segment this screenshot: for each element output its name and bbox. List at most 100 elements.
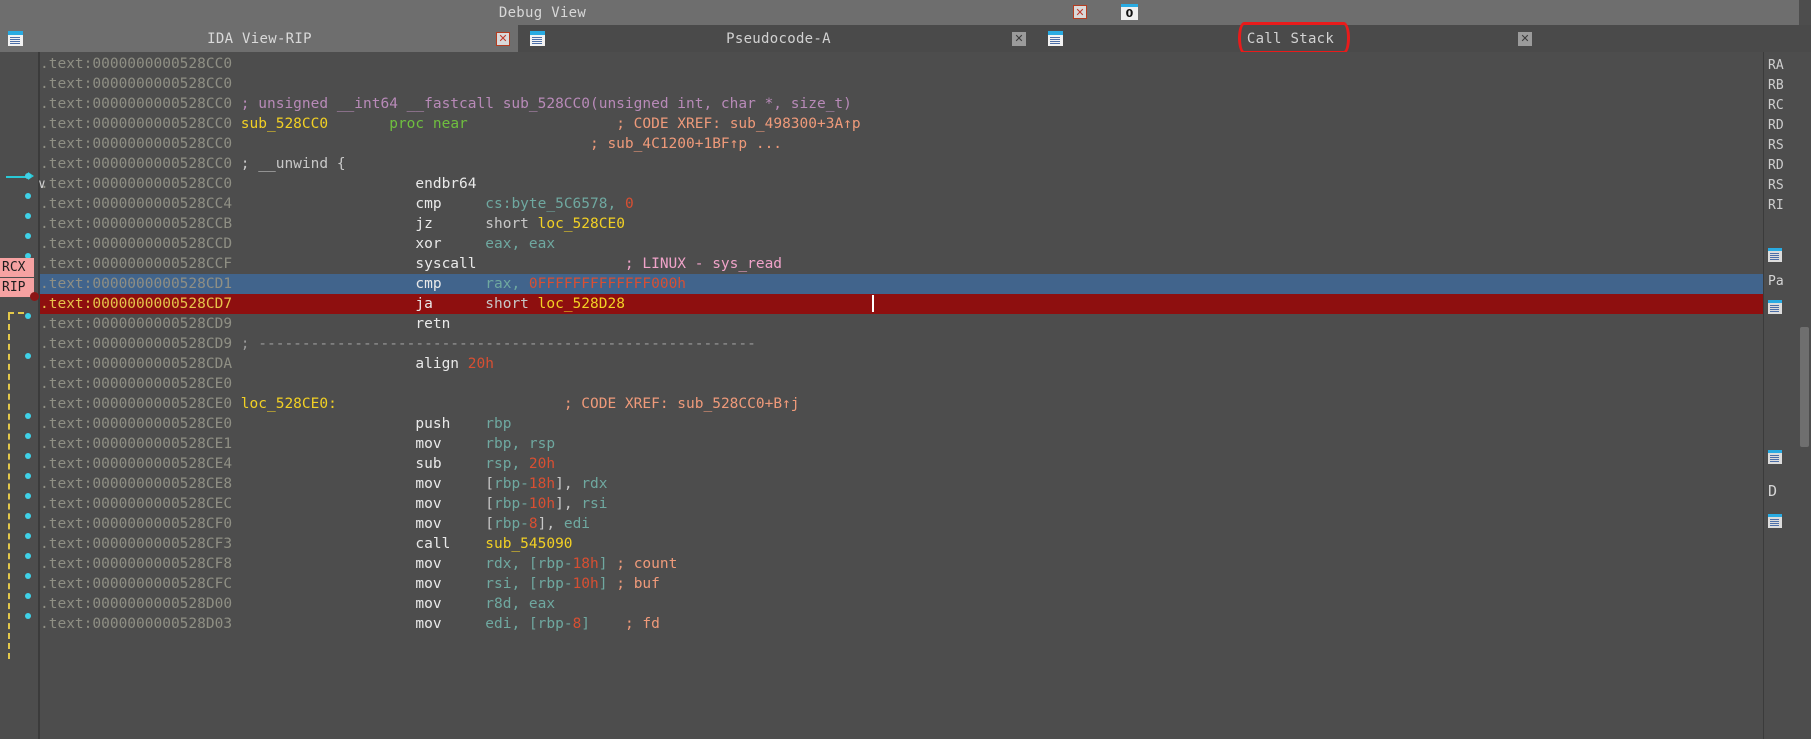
function-name[interactable]: sub_528CC0 xyxy=(241,116,328,132)
line-address: .text:0000000000528CCD xyxy=(40,236,233,252)
code-line-insn[interactable]: .text:0000000000528CE4 sub rsp, 20h xyxy=(40,454,1763,474)
operand-mem-close: ] xyxy=(598,576,608,592)
current-ip-dot xyxy=(30,292,39,301)
code-line-separator[interactable]: .text:0000000000528CD9 ; ---------------… xyxy=(40,334,1763,354)
mnemonic: endbr64 xyxy=(415,176,477,192)
line-address: .text:0000000000528CEC xyxy=(40,496,233,512)
operand-short: short xyxy=(485,216,538,232)
code-line[interactable]: .text:0000000000528CC0 xyxy=(40,54,1763,74)
collapse-chevron-icon[interactable]: ∨ xyxy=(38,178,46,191)
code-line-signature[interactable]: .text:0000000000528CC0 ; unsigned __int6… xyxy=(40,94,1763,114)
mnemonic: align xyxy=(415,356,460,372)
tab-ida-view-rip[interactable]: IDA View-RIP ✕ xyxy=(0,25,518,52)
document-icon xyxy=(8,31,23,46)
operand-register: rdx, [rbp- xyxy=(485,556,573,572)
code-line-xref[interactable]: .text:0000000000528CC0 ; sub_4C1200+1BF↑… xyxy=(40,134,1763,154)
register-marker-rip[interactable]: RIP xyxy=(0,278,34,297)
panel-icon[interactable] xyxy=(1768,514,1782,528)
line-address: .text:0000000000528CE0 xyxy=(40,396,233,412)
tab-debug-view[interactable]: Debug View xyxy=(430,0,655,25)
operand-register: rsi, [rbp- xyxy=(485,576,573,592)
line-address: .text:0000000000528CD9 xyxy=(40,316,233,332)
code-line-selected[interactable]: .text:0000000000528CD1 cmp rax, 0FFFFFFF… xyxy=(40,274,1763,294)
line-address: .text:0000000000528D03 xyxy=(40,616,233,632)
code-line-label[interactable]: .text:0000000000528CE0 loc_528CE0: ; COD… xyxy=(40,394,1763,414)
line-address: .text:0000000000528CC0 xyxy=(40,76,233,92)
function-signature-comment: ; unsigned __int64 __fastcall sub_528CC0… xyxy=(240,96,852,112)
register-marker-rcx[interactable]: RCX xyxy=(0,258,34,277)
marker-dot xyxy=(25,573,31,579)
panel-icon[interactable] xyxy=(1768,248,1782,262)
code-label[interactable]: loc_528CE0: xyxy=(241,396,337,412)
register-name: RD xyxy=(1768,118,1784,133)
scrollbar-thumb[interactable] xyxy=(1800,327,1809,447)
panel-icon[interactable] xyxy=(1768,300,1782,314)
close-icon-debug-view[interactable]: ✕ xyxy=(1073,5,1087,19)
code-line[interactable]: .text:0000000000528CE0 xyxy=(40,374,1763,394)
mnemonic: mov xyxy=(415,556,442,572)
code-line-insn[interactable]: .text:0000000000528CE1 mov rbp, rsp xyxy=(40,434,1763,454)
code-line-insn[interactable]: .text:0000000000528CFC mov rsi, [rbp-10h… xyxy=(40,574,1763,594)
operand-number: 10h xyxy=(528,496,556,512)
register-name: RB xyxy=(1768,78,1784,93)
marker-dot xyxy=(25,593,31,599)
register-name: RS xyxy=(1768,138,1784,153)
ida-debug-view-window: Debug View ✕ 0 IDA View-RIP ✕ Pseudocode… xyxy=(0,0,1811,739)
code-line-insn[interactable]: .text:0000000000528CD9 retn xyxy=(40,314,1763,334)
code-line[interactable]: .text:0000000000528CC0 xyxy=(40,74,1763,94)
close-icon-ida-view-rip[interactable]: ✕ xyxy=(496,31,510,46)
code-line-insn[interactable]: .text:0000000000528D03 mov edi, [rbp-8] … xyxy=(40,614,1763,634)
marker-dot xyxy=(25,173,31,179)
code-line-current[interactable]: .text:0000000000528CD7 ja short loc_528D… xyxy=(40,294,1763,314)
operand-target[interactable]: loc_528CE0 xyxy=(538,216,625,232)
code-line-insn[interactable]: .text:0000000000528CE0 push rbp xyxy=(40,414,1763,434)
document-icon xyxy=(1048,31,1063,46)
panel-icon[interactable] xyxy=(1768,450,1782,464)
graph-arrow-gutter xyxy=(0,52,38,739)
register-name: RI xyxy=(1768,198,1784,213)
code-line-insn[interactable]: .text:0000000000528CE8 mov [rbp-18h], rd… xyxy=(40,474,1763,494)
operand-number: 8 xyxy=(528,516,538,532)
tab-pseudocode-a[interactable]: Pseudocode-A ✕ xyxy=(522,25,1034,52)
marker-dot xyxy=(25,553,31,559)
code-line-directive[interactable]: .text:0000000000528CDA align 20h xyxy=(40,354,1763,374)
terminal-icon[interactable]: 0 xyxy=(1121,4,1138,20)
operand-number: 10h xyxy=(572,576,599,592)
operands: rbp, rsp xyxy=(485,436,556,452)
line-address: .text:0000000000528CE4 xyxy=(40,456,233,472)
operand-mem-close: ], xyxy=(537,516,564,532)
code-line-unwind[interactable]: .text:0000000000528CC0 ; __unwind { xyxy=(40,154,1763,174)
disassembly-pane[interactable]: .text:0000000000528CC0 .text:00000000005… xyxy=(0,52,1763,739)
line-address: .text:0000000000528CDA xyxy=(40,356,233,372)
code-line-insn[interactable]: .text:0000000000528CC4 cmp cs:byte_5C657… xyxy=(40,194,1763,214)
call-target[interactable]: sub_545090 xyxy=(485,536,572,552)
operand-number: 8 xyxy=(572,616,582,632)
mnemonic: call xyxy=(415,536,451,552)
operands: r8d, eax xyxy=(485,596,556,612)
close-icon-pseudocode-a[interactable]: ✕ xyxy=(1012,31,1026,46)
close-icon-call-stack[interactable]: ✕ xyxy=(1518,31,1532,46)
operand-short: short xyxy=(485,296,538,312)
code-line-proc[interactable]: .text:0000000000528CC0 sub_528CC0 proc n… xyxy=(40,114,1763,134)
mnemonic: mov xyxy=(415,616,442,632)
code-line-insn[interactable]: .text:0000000000528CF8 mov rdx, [rbp-18h… xyxy=(40,554,1763,574)
operand-mem-open: [ xyxy=(485,516,494,532)
code-line-insn[interactable]: .text:0000000000528CEC mov [rbp-10h], rs… xyxy=(40,494,1763,514)
code-line-insn[interactable]: .text:0000000000528CCF syscall ; LINUX -… xyxy=(40,254,1763,274)
arg-comment: ; count xyxy=(616,556,678,572)
line-address: .text:0000000000528CC0 xyxy=(40,136,233,152)
code-lines[interactable]: .text:0000000000528CC0 .text:00000000005… xyxy=(38,52,1763,739)
code-line-insn[interactable]: .text:0000000000528CF0 mov [rbp-8], edi xyxy=(40,514,1763,534)
marker-dot xyxy=(25,313,31,319)
line-address: .text:0000000000528CC0 xyxy=(40,176,233,192)
code-line-insn[interactable]: ∨ .text:0000000000528CC0 endbr64 xyxy=(38,174,1763,194)
line-address: .text:0000000000528CC0 xyxy=(40,96,233,112)
registers-pane-sliver[interactable]: RA RB RC RD RS RD RS RI Pa D xyxy=(1763,52,1811,739)
code-line-insn[interactable]: .text:0000000000528CCB jz short loc_528C… xyxy=(40,214,1763,234)
code-line-insn[interactable]: .text:0000000000528CF3 call sub_545090 xyxy=(40,534,1763,554)
operand-target[interactable]: loc_528D28 xyxy=(538,296,625,312)
tab-call-stack[interactable]: Call Stack ✕ xyxy=(1040,25,1540,52)
code-line-insn[interactable]: .text:0000000000528D00 mov r8d, eax xyxy=(40,594,1763,614)
code-line-insn[interactable]: .text:0000000000528CCD xor eax, eax xyxy=(40,234,1763,254)
line-address: .text:0000000000528CCB xyxy=(40,216,233,232)
